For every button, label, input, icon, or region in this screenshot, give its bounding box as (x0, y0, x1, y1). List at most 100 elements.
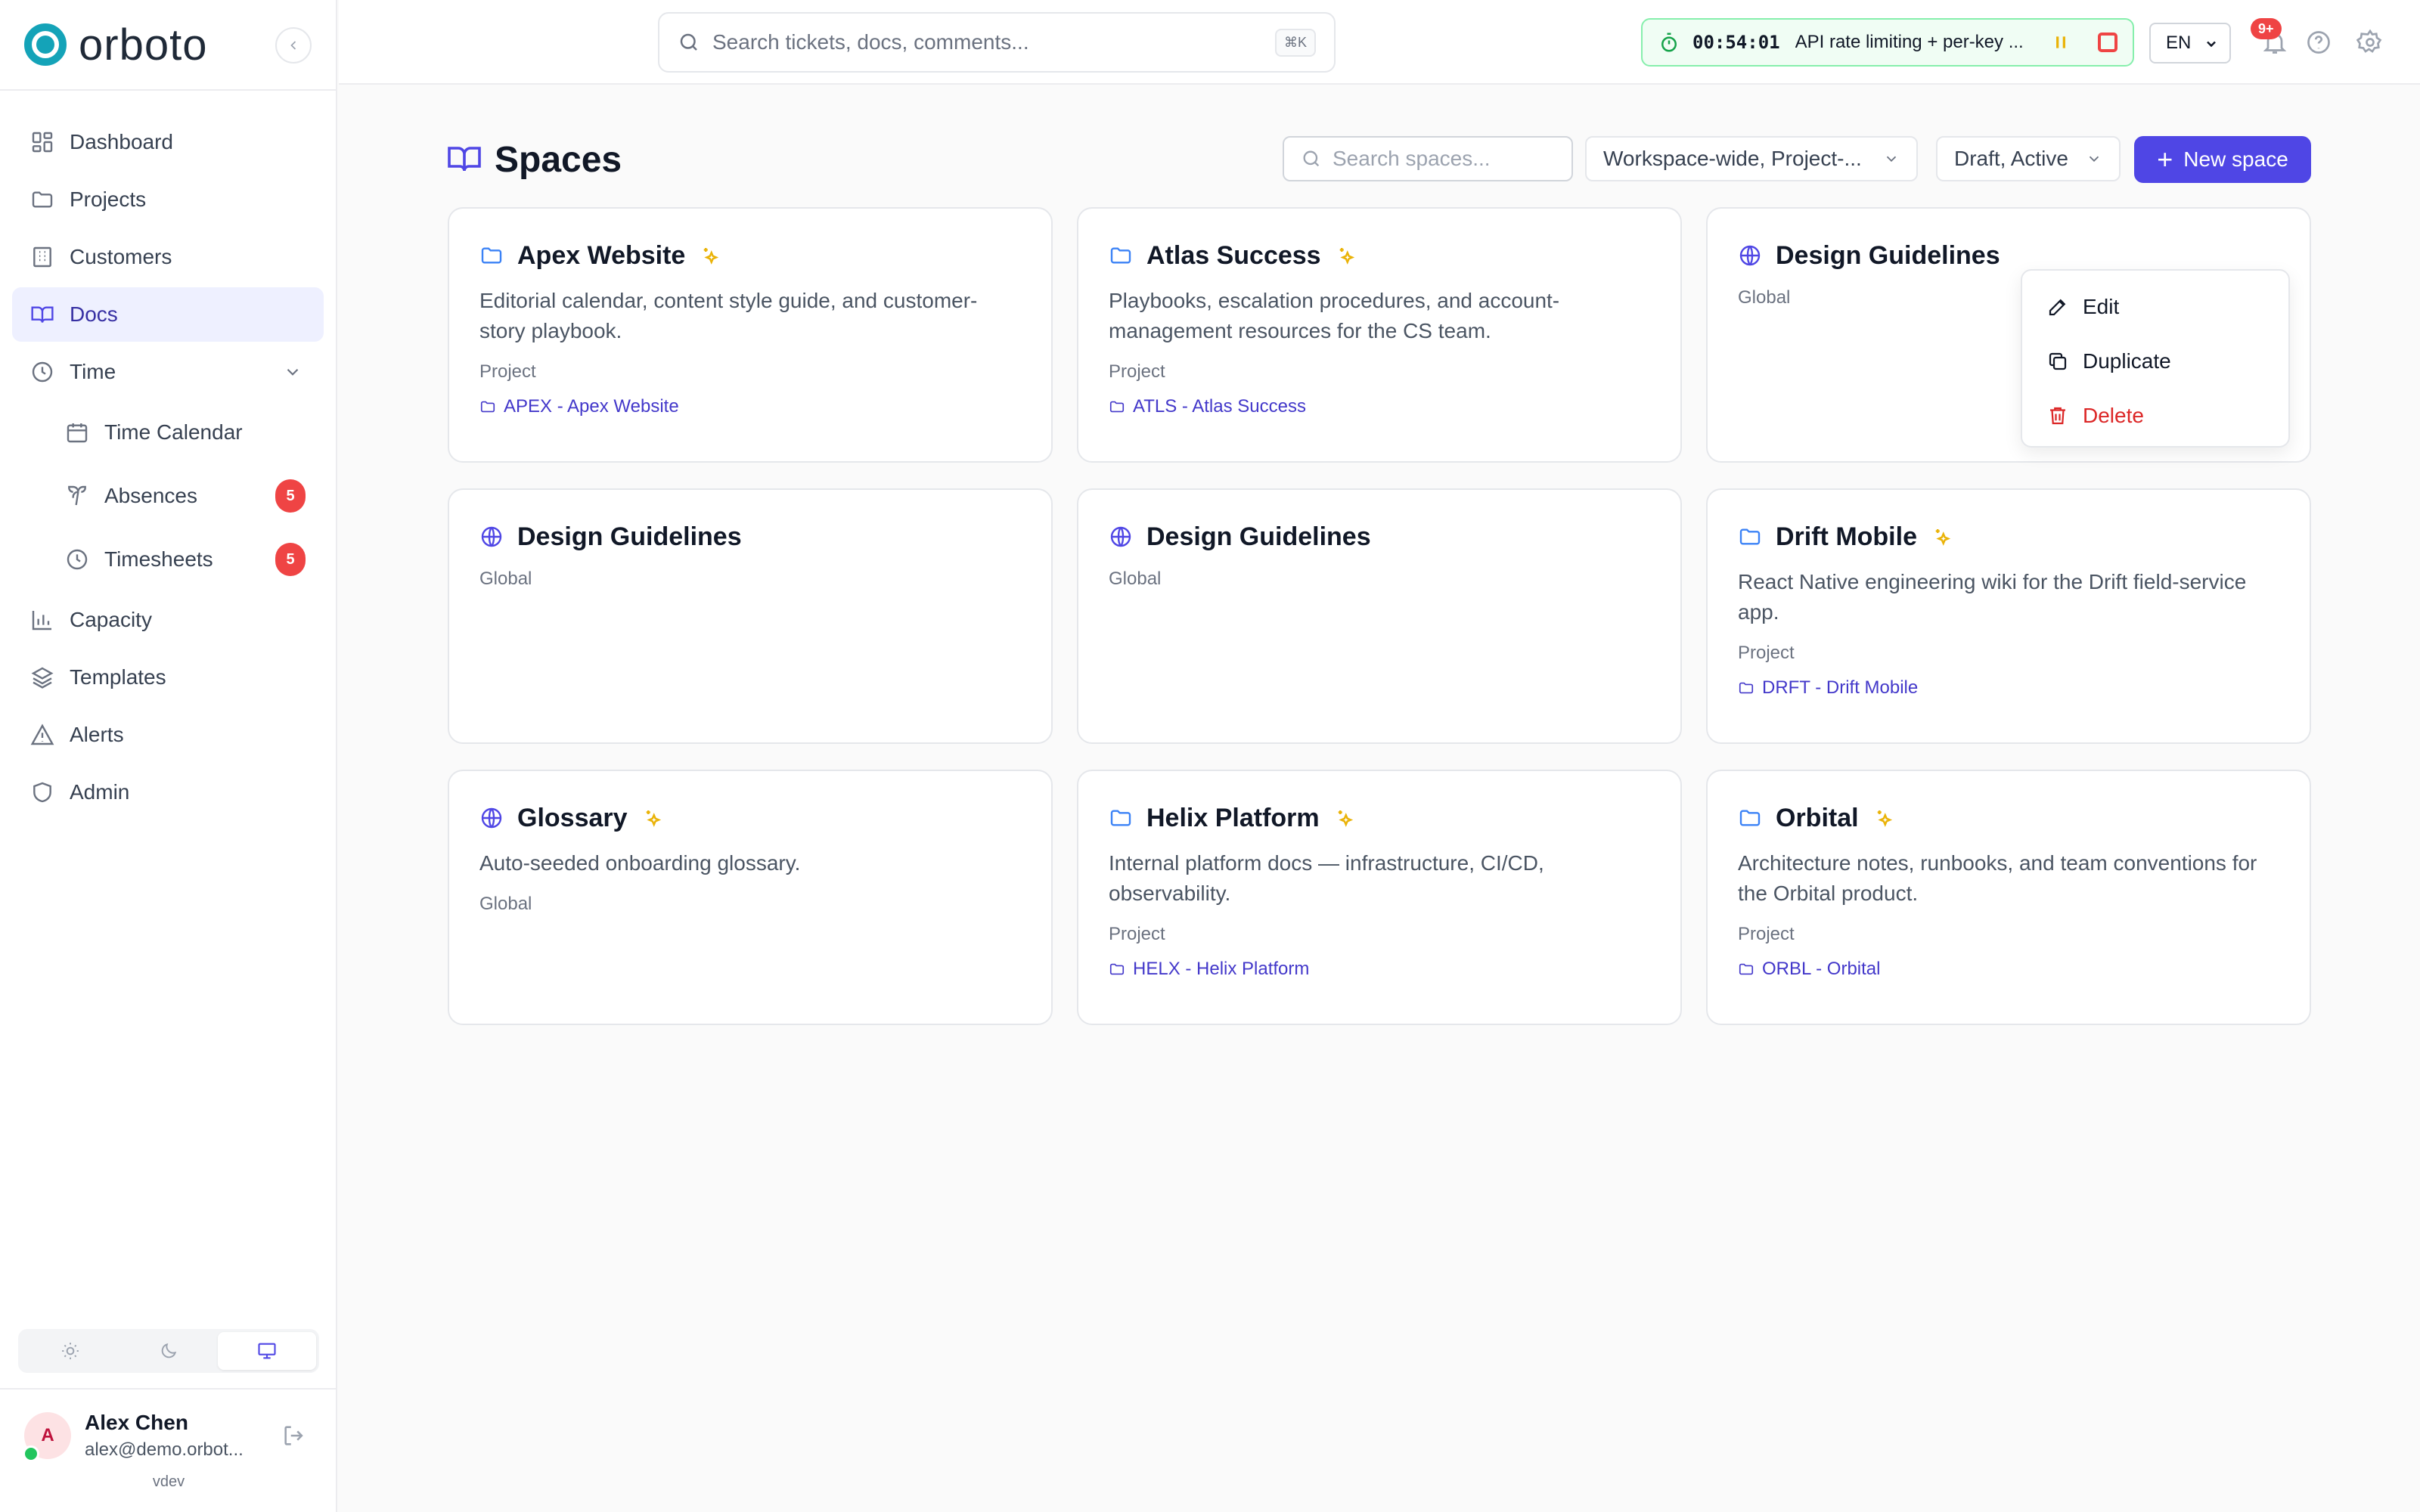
space-card-project-link[interactable]: ORBL - Orbital (1738, 959, 2279, 980)
bar-chart-icon (32, 611, 51, 631)
sidebar-item-label: Customers (70, 245, 172, 268)
trash-icon (2050, 407, 2065, 425)
spaces-search-placeholder: Search spaces... (1333, 147, 1491, 170)
collapse-sidebar-button[interactable] (275, 27, 312, 64)
sidebar-item-label: Admin (70, 780, 130, 804)
running-timer[interactable]: 00:54:01 API rate limiting + per-key ... (1641, 18, 2134, 67)
sparkles-icon (1338, 810, 1353, 827)
language-select[interactable]: EN (2149, 23, 2231, 64)
space-card[interactable]: Helix Platform Internal platform docs — i… (1077, 770, 1682, 1025)
globe-icon (481, 526, 502, 547)
global-search-input[interactable]: Search tickets, docs, comments... ⌘K (658, 12, 1336, 73)
menu-item-duplicate[interactable]: Duplicate (2022, 334, 2288, 389)
space-card-title: Orbital (1776, 803, 1859, 832)
spaces-header: Spaces Search spaces... Workspace-wide, … (446, 136, 2311, 184)
space-card[interactable]: Drift Mobile React Native engineering wik… (1706, 488, 2311, 744)
space-card[interactable]: Orbital Architecture notes, runbooks, and… (1706, 770, 2311, 1025)
spaces-search-input[interactable]: Search spaces... (1283, 136, 1573, 181)
space-card[interactable]: Atlas Success Playbooks, escalation proce… (1077, 207, 1682, 463)
sidebar-item-admin[interactable]: Admin (12, 765, 324, 820)
orboto-logo-icon (24, 23, 67, 66)
theme-dark-button[interactable] (119, 1332, 218, 1370)
menu-item-delete[interactable]: Delete (2022, 389, 2288, 443)
space-card-type: Project (1738, 924, 1795, 944)
topbar: Search tickets, docs, comments... ⌘K 00:… (339, 0, 2420, 85)
space-card-description: Auto-seeded onboarding glossary. (479, 851, 801, 875)
calendar-icon (67, 423, 88, 443)
project-link-label: ORBL - Orbital (1762, 959, 1881, 979)
theme-light-button[interactable] (21, 1332, 119, 1370)
menu-item-label: Edit (2083, 295, 2120, 318)
space-card-project-link[interactable]: APEX - Apex Website (479, 396, 1021, 417)
timer-task-label: API rate limiting + per-key ... (1795, 32, 2024, 52)
space-card-type: Project (1738, 643, 1795, 663)
sidebar-item-capacity[interactable]: Capacity (12, 593, 324, 647)
stop-icon[interactable] (2098, 33, 2118, 52)
space-card-description: Editorial calendar, content style guide,… (479, 289, 978, 342)
sidebar-item-label: Dashboard (70, 130, 173, 153)
space-card-title: Design Guidelines (1776, 240, 2000, 270)
space-card-title-row: Design Guidelines (1109, 520, 1650, 553)
space-card-type: Project (479, 361, 536, 382)
chevron-down-icon (2207, 41, 2216, 48)
menu-item-label: Duplicate (2083, 349, 2171, 373)
space-context-menu: Edit Duplicate Delete (2021, 269, 2290, 448)
sidebar-item-time[interactable]: Time (12, 345, 324, 399)
search-shortcut-hint: ⌘K (1274, 28, 1316, 57)
space-card-type: Global (479, 894, 532, 914)
sidebar-item-label: Capacity (70, 608, 152, 631)
sidebar-item-docs[interactable]: Docs (12, 287, 324, 342)
space-card[interactable]: Apex Website Editorial calendar, content … (448, 207, 1053, 463)
space-card-title-row: Design Guidelines (479, 520, 1021, 553)
sidebar-item-templates[interactable]: Templates (12, 650, 324, 705)
new-space-button[interactable]: + New space (2134, 136, 2311, 183)
help-circle-icon[interactable] (2305, 29, 2332, 56)
space-card-description: Internal platform docs — infrastructure,… (1109, 851, 1544, 905)
sidebar-item-customers[interactable]: Customers (12, 230, 324, 284)
menu-item-label: Delete (2083, 404, 2144, 427)
language-selected-value: EN (2166, 33, 2192, 53)
book-icon (31, 306, 54, 323)
sidebar-item-alerts[interactable]: Alerts (12, 708, 324, 762)
space-card-title: Drift Mobile (1776, 522, 1917, 551)
sidebar-item-projects[interactable]: Projects (12, 172, 324, 227)
absences-count-badge: 5 (275, 479, 306, 513)
sidebar-item-label: Templates (70, 665, 166, 689)
space-card-type: Global (479, 569, 532, 589)
space-card[interactable]: Design Guidelines Global (448, 488, 1053, 744)
chevron-left-icon (290, 41, 296, 50)
theme-system-button[interactable] (218, 1332, 316, 1370)
new-space-label: New space (2183, 147, 2288, 171)
sidebar-item-label: Alerts (70, 723, 124, 746)
logout-icon[interactable] (281, 1423, 307, 1448)
dashboard-icon (32, 132, 53, 153)
search-icon (1303, 150, 1320, 167)
sidebar-item-absences[interactable]: Absences 5 (12, 466, 324, 526)
pause-icon[interactable] (2051, 33, 2071, 52)
notifications-badge: 9+ (2251, 18, 2282, 39)
space-card[interactable]: Design Guidelines Global (1077, 488, 1682, 744)
status-filter-dropdown[interactable]: Draft, Active (1936, 136, 2121, 181)
moon-icon (161, 1343, 177, 1359)
scope-filter-dropdown[interactable]: Workspace-wide, Project-... (1585, 136, 1918, 181)
sidebar-item-label: Timesheets (104, 547, 213, 571)
project-link-label: APEX - Apex Website (504, 396, 679, 417)
menu-item-edit[interactable]: Edit (2022, 280, 2288, 334)
space-card-title: Glossary (517, 803, 628, 832)
space-card-title: Design Guidelines (517, 522, 742, 551)
space-card-description: React Native engineering wiki for the Dr… (1738, 570, 2247, 624)
sidebar-item-dashboard[interactable]: Dashboard (12, 115, 324, 169)
space-card-project-link[interactable]: ATLS - Atlas Success (1109, 396, 1650, 417)
sparkles-icon (704, 248, 719, 265)
space-card-project-link[interactable]: DRFT - Drift Mobile (1738, 677, 2279, 699)
plus-icon: + (2157, 144, 2173, 175)
space-card-title-row: Helix Platform (1109, 801, 1650, 835)
project-link-label: HELX - Helix Platform (1133, 959, 1310, 979)
space-card-project-link[interactable]: HELX - Helix Platform (1109, 959, 1650, 980)
sidebar: orboto Dashboard Projects Customers Docs… (0, 0, 337, 1512)
sidebar-item-time-calendar[interactable]: Time Calendar (12, 402, 324, 463)
space-card[interactable]: Glossary Auto-seeded onboarding glossary.… (448, 770, 1053, 1025)
sidebar-item-timesheets[interactable]: Timesheets 5 (12, 529, 324, 590)
gear-icon[interactable] (2356, 29, 2384, 56)
user-name: Alex Chen (85, 1411, 188, 1434)
